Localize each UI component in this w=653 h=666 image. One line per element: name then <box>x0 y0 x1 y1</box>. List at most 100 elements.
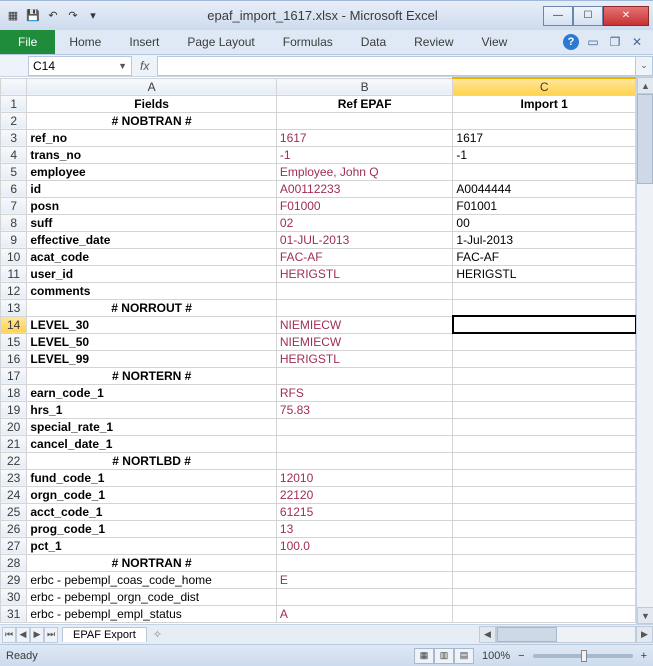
cell[interactable]: user_id <box>27 265 277 282</box>
cell[interactable] <box>453 520 636 537</box>
qat-dropdown-icon[interactable]: ▾ <box>84 7 102 25</box>
cell[interactable]: special_rate_1 <box>27 418 277 435</box>
cell[interactable]: # NORTRAN # <box>27 554 277 571</box>
cell[interactable]: prog_code_1 <box>27 520 277 537</box>
cell[interactable] <box>453 452 636 469</box>
cell[interactable]: 02 <box>276 214 453 231</box>
row-header[interactable]: 4 <box>1 146 27 163</box>
horizontal-scrollbar[interactable]: ◀ ▶ <box>479 626 653 643</box>
cell[interactable]: Ref EPAF <box>276 95 453 112</box>
cell[interactable]: # NORTLBD # <box>27 452 277 469</box>
tab-file[interactable]: File <box>0 30 55 54</box>
row-header[interactable]: 9 <box>1 231 27 248</box>
cell[interactable] <box>453 435 636 452</box>
cell[interactable]: erbc - pebempl_orgn_code_dist <box>27 588 277 605</box>
cell[interactable] <box>276 435 453 452</box>
row-header[interactable]: 31 <box>1 605 27 622</box>
cell[interactable] <box>453 503 636 520</box>
cell[interactable]: suff <box>27 214 277 231</box>
cell[interactable]: A <box>276 605 453 622</box>
cell[interactable]: pct_1 <box>27 537 277 554</box>
close-workbook-icon[interactable]: ✕ <box>629 34 645 50</box>
cell[interactable]: HERIGSTL <box>276 265 453 282</box>
cell[interactable]: Employee, John Q <box>276 163 453 180</box>
cell[interactable]: comments <box>27 282 277 299</box>
cell[interactable] <box>453 469 636 486</box>
name-box[interactable]: C14 ▼ <box>28 56 132 76</box>
tab-review[interactable]: Review <box>400 30 467 54</box>
cell[interactable]: HERIGSTL <box>276 350 453 367</box>
close-button[interactable]: ✕ <box>603 6 649 26</box>
row-header[interactable]: 5 <box>1 163 27 180</box>
cell[interactable] <box>276 367 453 384</box>
cell[interactable]: # NORROUT # <box>27 299 277 316</box>
cell[interactable]: 00 <box>453 214 636 231</box>
cell[interactable] <box>453 367 636 384</box>
cell[interactable] <box>276 452 453 469</box>
cell[interactable] <box>276 554 453 571</box>
cell[interactable] <box>453 486 636 503</box>
cell[interactable] <box>453 282 636 299</box>
tab-insert[interactable]: Insert <box>115 30 173 54</box>
page-layout-view-icon[interactable]: ▥ <box>434 648 454 664</box>
cell[interactable]: 75.83 <box>276 401 453 418</box>
row-header[interactable]: 11 <box>1 265 27 282</box>
cell[interactable]: cancel_date_1 <box>27 435 277 452</box>
undo-icon[interactable]: ↶ <box>44 7 62 25</box>
cell[interactable]: 100.0 <box>276 537 453 554</box>
cell[interactable]: posn <box>27 197 277 214</box>
cell[interactable]: effective_date <box>27 231 277 248</box>
cell[interactable]: 1617 <box>276 129 453 146</box>
row-header[interactable]: 28 <box>1 554 27 571</box>
zoom-slider[interactable] <box>533 654 633 658</box>
scroll-down-icon[interactable]: ▼ <box>637 607 653 624</box>
cell[interactable]: acat_code <box>27 248 277 265</box>
cell[interactable]: acct_code_1 <box>27 503 277 520</box>
row-header[interactable]: 3 <box>1 129 27 146</box>
fx-icon[interactable]: fx <box>140 59 149 73</box>
expand-formula-bar-icon[interactable]: ⌄ <box>635 56 653 76</box>
cell[interactable] <box>453 350 636 367</box>
cell[interactable]: -1 <box>453 146 636 163</box>
tab-formulas[interactable]: Formulas <box>269 30 347 54</box>
cell[interactable]: A0044444 <box>453 180 636 197</box>
cell[interactable]: E <box>276 571 453 588</box>
tab-first-icon[interactable]: ⏮ <box>2 627 16 643</box>
formula-input[interactable] <box>157 56 635 76</box>
vertical-scrollbar[interactable]: ▲ ▼ <box>636 77 653 624</box>
cell[interactable] <box>453 605 636 622</box>
select-all-corner[interactable] <box>1 78 27 95</box>
cell[interactable]: Import 1 <box>453 95 636 112</box>
row-header[interactable]: 2 <box>1 112 27 129</box>
tab-data[interactable]: Data <box>347 30 400 54</box>
cell[interactable]: 61215 <box>276 503 453 520</box>
row-header[interactable]: 12 <box>1 282 27 299</box>
cell[interactable]: fund_code_1 <box>27 469 277 486</box>
cell[interactable] <box>453 537 636 554</box>
name-box-dropdown-icon[interactable]: ▼ <box>118 61 127 71</box>
cell[interactable]: erbc - pebempl_empl_status <box>27 605 277 622</box>
cell[interactable] <box>453 299 636 316</box>
worksheet-grid[interactable]: A B C 1 Fields Ref EPAF Import 12 # NOBT… <box>0 77 636 624</box>
cell[interactable]: -1 <box>276 146 453 163</box>
row-header[interactable]: 1 <box>1 95 27 112</box>
redo-icon[interactable]: ↷ <box>64 7 82 25</box>
cell[interactable] <box>276 112 453 129</box>
tab-last-icon[interactable]: ⏭ <box>44 627 58 643</box>
sheet-tab-epaf-export[interactable]: EPAF Export <box>62 627 147 642</box>
cell[interactable]: A00112233 <box>276 180 453 197</box>
cell[interactable] <box>453 333 636 350</box>
row-header[interactable]: 14 <box>1 316 27 333</box>
help-icon[interactable]: ? <box>563 34 579 50</box>
row-header[interactable]: 27 <box>1 537 27 554</box>
zoom-out-icon[interactable]: − <box>518 650 524 662</box>
cell[interactable]: F01000 <box>276 197 453 214</box>
row-header[interactable]: 13 <box>1 299 27 316</box>
zoom-knob[interactable] <box>581 650 587 662</box>
row-header[interactable]: 17 <box>1 367 27 384</box>
cell[interactable]: trans_no <box>27 146 277 163</box>
cell[interactable]: 13 <box>276 520 453 537</box>
cell[interactable] <box>453 401 636 418</box>
minimize-button[interactable]: — <box>543 6 573 26</box>
cell[interactable] <box>453 112 636 129</box>
